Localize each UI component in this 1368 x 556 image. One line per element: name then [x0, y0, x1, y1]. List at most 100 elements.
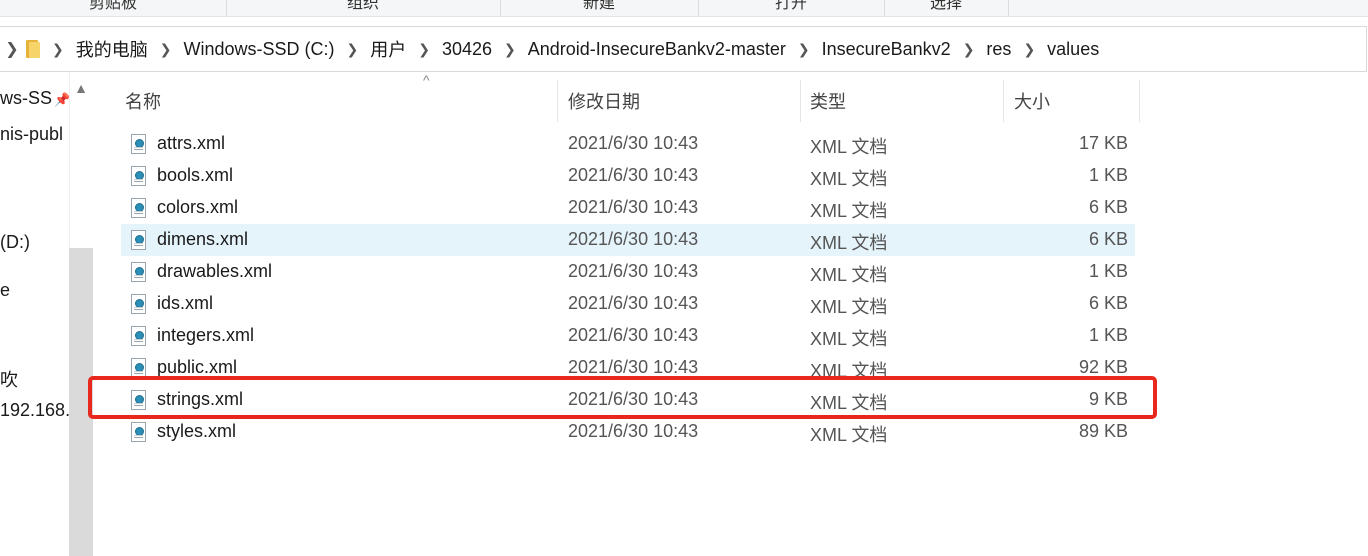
column-divider[interactable]: [1139, 80, 1140, 122]
file-row[interactable]: bools.xml 2021/6/30 10:43 XML 文档 1 KB: [121, 160, 1135, 192]
file-name: drawables.xml: [157, 261, 273, 281]
ribbon-group-open: 打开: [698, 0, 885, 16]
chevron-right-icon[interactable]: ❯: [1015, 41, 1043, 58]
xml-file-icon: [131, 262, 146, 282]
scroll-up-arrow-icon[interactable]: ▲: [69, 80, 93, 98]
nav-item-label: ws-SS: [0, 88, 53, 108]
nav-item-drive-d[interactable]: (D:): [0, 232, 30, 253]
nav-item-label: 吹: [0, 370, 18, 390]
xml-file-icon: [131, 358, 146, 378]
file-type: XML 文档: [810, 169, 888, 189]
file-row[interactable]: styles.xml 2021/6/30 10:43 XML 文档 89 KB: [121, 416, 1135, 448]
chevron-right-icon[interactable]: ❯: [496, 41, 524, 58]
file-size: 1 KB: [1088, 165, 1128, 185]
file-type: XML 文档: [810, 425, 888, 445]
annotation-highlight-box: [88, 376, 1157, 419]
nav-item-e[interactable]: e: [0, 280, 10, 301]
chevron-right-icon[interactable]: ❯: [410, 41, 438, 58]
file-row[interactable]: attrs.xml 2021/6/30 10:43 XML 文档 17 KB: [121, 128, 1135, 160]
folder-icon: [26, 40, 40, 58]
column-divider[interactable]: [800, 80, 801, 122]
file-date: 2021/6/30 10:43: [568, 261, 699, 281]
chevron-right-icon[interactable]: ❯: [338, 41, 366, 58]
file-row[interactable]: drawables.xml 2021/6/30 10:43 XML 文档 1 K…: [121, 256, 1135, 288]
chevron-right-icon[interactable]: ❯: [44, 41, 72, 58]
file-row-hovered[interactable]: dimens.xml 2021/6/30 10:43 XML 文档 6 KB: [121, 224, 1135, 256]
file-size: 6 KB: [1088, 197, 1128, 217]
file-date: 2021/6/30 10:43: [568, 197, 699, 217]
nav-item-network-host[interactable]: 192.168.: [0, 400, 70, 421]
xml-file-icon: [131, 294, 146, 314]
file-date: 2021/6/30 10:43: [568, 421, 699, 441]
xml-file-icon: [131, 134, 146, 154]
nav-item-label: e: [0, 280, 11, 300]
file-type: XML 文档: [810, 201, 888, 221]
file-size: 92 KB: [1078, 357, 1128, 377]
file-date: 2021/6/30 10:43: [568, 357, 699, 377]
file-name: colors.xml: [157, 197, 239, 217]
column-header-type[interactable]: 类型: [810, 88, 846, 114]
sort-ascending-icon: ^: [423, 72, 430, 88]
chevron-right-icon[interactable]: ❯: [955, 41, 983, 58]
chevron-right-icon[interactable]: ❯: [2, 39, 22, 59]
file-type: XML 文档: [810, 137, 888, 157]
file-type: XML 文档: [810, 265, 888, 285]
chevron-right-icon[interactable]: ❯: [152, 41, 180, 58]
file-date: 2021/6/30 10:43: [568, 165, 699, 185]
column-divider[interactable]: [557, 80, 558, 122]
ribbon-group-select: 选择: [884, 0, 1009, 16]
file-size: 1 KB: [1088, 261, 1128, 281]
breadcrumb-users[interactable]: 用户: [366, 36, 410, 62]
column-divider[interactable]: [1003, 80, 1004, 122]
ribbon-group-organize: 组织: [226, 0, 501, 16]
chevron-right-icon[interactable]: ❯: [790, 41, 818, 58]
breadcrumb-res[interactable]: res: [982, 39, 1015, 60]
file-type: XML 文档: [810, 329, 888, 349]
xml-file-icon: [131, 230, 146, 250]
file-name: dimens.xml: [157, 229, 249, 249]
ribbon-group-clipboard: 剪贴板: [0, 0, 227, 16]
breadcrumb-user-folder[interactable]: 30426: [438, 39, 496, 60]
nav-item-quick-access[interactable]: ws-SS 📌: [0, 88, 70, 109]
column-header-row: ^ 名称 修改日期 类型 大小: [93, 72, 1368, 122]
file-date: 2021/6/30 10:43: [568, 293, 699, 313]
file-size: 1 KB: [1088, 325, 1128, 345]
ribbon-group-labels: 剪贴板 组织 新建 打开 选择: [0, 0, 1368, 17]
file-row[interactable]: ids.xml 2021/6/30 10:43 XML 文档 6 KB: [121, 288, 1135, 320]
breadcrumb-project[interactable]: Android-InsecureBankv2-master: [524, 39, 790, 60]
breadcrumb-insecurebankv2[interactable]: InsecureBankv2: [818, 39, 955, 60]
file-type: XML 文档: [810, 233, 888, 253]
breadcrumb-my-computer[interactable]: 我的电脑: [72, 36, 152, 62]
file-size: 89 KB: [1078, 421, 1128, 441]
nav-item-label: (D:): [0, 232, 30, 252]
file-row[interactable]: integers.xml 2021/6/30 10:43 XML 文档 1 KB: [121, 320, 1135, 352]
file-date: 2021/6/30 10:43: [568, 133, 699, 153]
file-size: 17 KB: [1078, 133, 1128, 153]
file-row[interactable]: colors.xml 2021/6/30 10:43 XML 文档 6 KB: [121, 192, 1135, 224]
address-bar[interactable]: ❯ ❯ 我的电脑 ❯ Windows-SSD (C:) ❯ 用户 ❯ 30426…: [0, 26, 1367, 72]
file-name: ids.xml: [157, 293, 214, 313]
xml-file-icon: [131, 422, 146, 442]
file-size: 6 KB: [1088, 293, 1128, 313]
nav-item-network-label[interactable]: 吹: [0, 366, 18, 392]
nav-item-label: nis-publ: [0, 124, 64, 144]
nav-item-public[interactable]: nis-publ: [0, 124, 63, 145]
file-name: public.xml: [157, 357, 238, 377]
column-header-name[interactable]: 名称: [125, 88, 161, 114]
file-type: XML 文档: [810, 297, 888, 317]
xml-file-icon: [131, 198, 146, 218]
column-header-date[interactable]: 修改日期: [568, 88, 640, 114]
nav-item-label: 192.168.: [0, 400, 71, 420]
breadcrumb-values[interactable]: values: [1043, 39, 1103, 60]
file-date: 2021/6/30 10:43: [568, 325, 699, 345]
navigation-pane: ws-SS 📌 nis-publ (D:) e 吹 192.168. ▲: [0, 72, 93, 556]
file-name: bools.xml: [157, 165, 234, 185]
file-name: attrs.xml: [157, 133, 226, 153]
breadcrumb-drive-c[interactable]: Windows-SSD (C:): [179, 39, 338, 60]
xml-file-icon: [131, 166, 146, 186]
file-name: styles.xml: [157, 421, 237, 441]
column-header-size[interactable]: 大小: [1014, 88, 1050, 114]
file-name: integers.xml: [157, 325, 255, 345]
pin-icon: 📌: [54, 92, 71, 107]
file-size: 6 KB: [1088, 229, 1128, 249]
